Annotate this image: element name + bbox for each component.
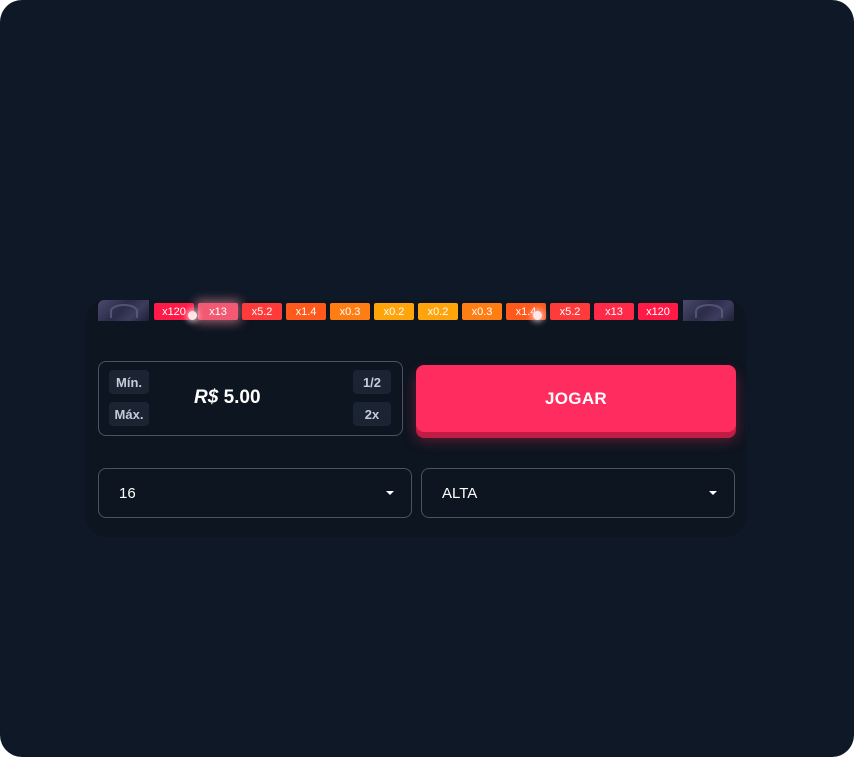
game-frame: x120 x13 x5.2 x1.4 x0.3 x0.2 x0.2 x0.3 x1.4 x5.2 x… (0, 0, 854, 757)
multiplier-slot: x0.2 (374, 303, 414, 320)
multiplier-slot: x0.3 (330, 303, 370, 320)
multiplier-slot: x5.2 (242, 303, 282, 320)
ball-icon (188, 311, 197, 320)
multiplier-slot: x0.2 (418, 303, 458, 320)
double-bet-button[interactable]: 2x (353, 402, 391, 426)
multiplier-slot: x1.4 (286, 303, 326, 320)
min-bet-button[interactable]: Mín. (109, 370, 149, 394)
multiplier-slot: x13 (198, 303, 238, 320)
rows-select-value: 16 (119, 484, 136, 502)
bet-amount-box: Mín. Máx. R$ 5.00 1/2 2x (98, 361, 403, 436)
ball-icon (533, 311, 542, 320)
risk-select-value: ALTA (442, 484, 478, 502)
multiplier-slot: x0.3 (462, 303, 502, 320)
plinko-control-panel: x120 x13 x5.2 x1.4 x0.3 x0.2 x0.2 x0.3 x1.4 x5.2 x… (86, 300, 746, 537)
half-bet-button[interactable]: 1/2 (353, 370, 391, 394)
risk-select[interactable]: ALTA (421, 468, 735, 518)
multiplier-slot: x5.2 (550, 303, 590, 320)
multiplier-slot: x120 (638, 303, 678, 320)
bet-amount-display[interactable]: R$ 5.00 (194, 387, 261, 409)
play-button[interactable]: JOGAR (416, 365, 736, 432)
multiplier-slot: x13 (594, 303, 634, 320)
rows-select[interactable]: 16 (98, 468, 412, 518)
right-decoration-icon (683, 300, 734, 321)
chevron-down-icon (386, 491, 394, 495)
bet-amount-value: 5.00 (223, 387, 261, 408)
chevron-down-icon (709, 491, 717, 495)
left-decoration-icon (98, 300, 149, 321)
max-bet-button[interactable]: Máx. (109, 402, 149, 426)
multiplier-list: x120 x13 x5.2 x1.4 x0.3 x0.2 x0.2 x0.3 x1.4 x5.2 x… (149, 300, 683, 321)
currency-symbol: R$ (194, 387, 219, 408)
